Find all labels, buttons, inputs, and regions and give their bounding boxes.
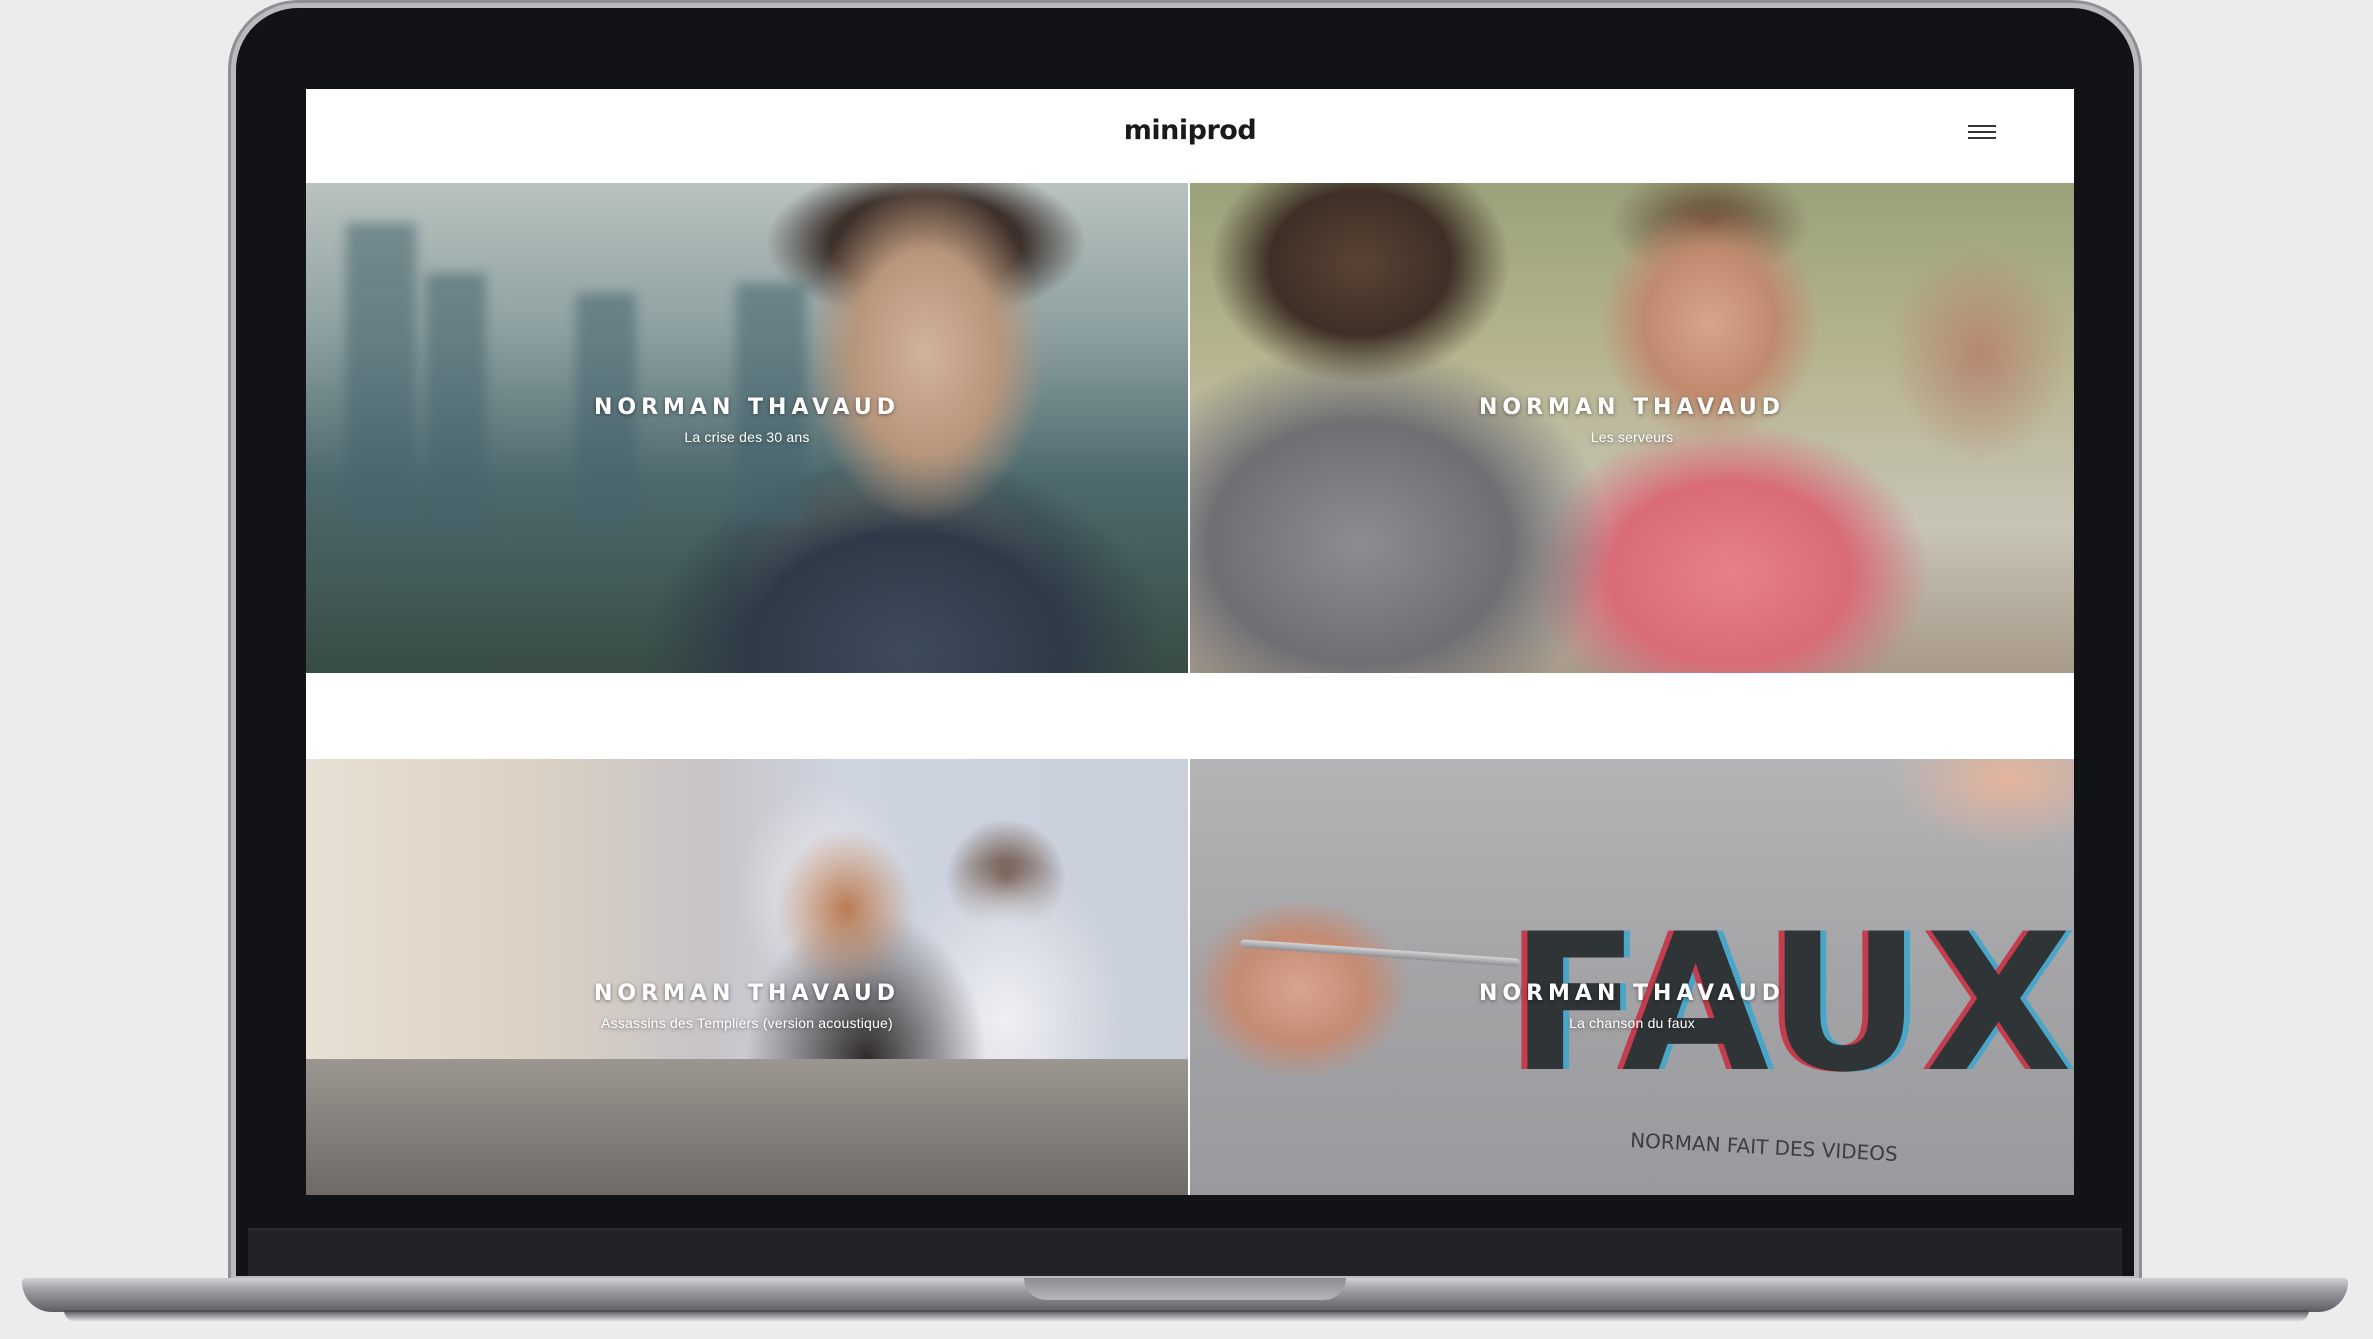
laptop-base-shadow [64,1310,2309,1322]
site-header: miniprod [306,89,2074,183]
sweater-tagline: NORMAN FAIT DES VIDEOS [1629,1128,1899,1166]
rooftop [306,1059,1188,1195]
hamburger-menu-icon[interactable] [1966,121,1998,143]
tile-caption: NORMAN THAVAUD Les serveurs [1190,395,2074,445]
laptop-screen: miniprod NORMAN THAVAUD La crise des 30 … [306,89,2074,1195]
song-title: La chanson du faux [1569,1015,1695,1031]
artist-name: NORMAN THAVAUD [1478,981,1785,1006]
artist-name: NORMAN THAVAUD [593,395,900,420]
laptop-opening-notch [1024,1278,1346,1300]
video-tile-assassins-des-templiers[interactable]: NORMAN THAVAUD Assassins des Templiers (… [306,759,1188,1195]
tile-caption: NORMAN THAVAUD La chanson du faux [1190,981,2074,1031]
laptop-bezel-bottom [248,1228,2122,1276]
video-thumbnail [306,759,1188,1195]
song-title: Les serveurs [1590,429,1674,445]
menu-line [1968,131,1996,133]
artist-name: NORMAN THAVAUD [593,981,900,1006]
video-tile-la-crise-des-30-ans[interactable]: NORMAN THAVAUD La crise des 30 ans [306,183,1188,673]
video-tile-la-chanson-du-faux[interactable]: FAUX NORMAN FAIT DES VIDEOS NORMAN THAVA… [1190,759,2074,1195]
tile-caption: NORMAN THAVAUD La crise des 30 ans [306,395,1188,445]
song-title: Assassins des Templiers (version acousti… [601,1015,893,1031]
video-thumbnail: FAUX NORMAN FAIT DES VIDEOS [1190,759,2074,1195]
video-tile-les-serveurs[interactable]: NORMAN THAVAUD Les serveurs [1190,183,2074,673]
menu-line [1968,125,1996,127]
site-logo[interactable]: miniprod [306,115,2074,146]
fork [1240,939,1520,967]
menu-line [1968,137,1996,139]
song-title: La crise des 30 ans [684,429,810,445]
artist-name: NORMAN THAVAUD [1478,395,1785,420]
tile-caption: NORMAN THAVAUD Assassins des Templiers (… [306,981,1188,1031]
